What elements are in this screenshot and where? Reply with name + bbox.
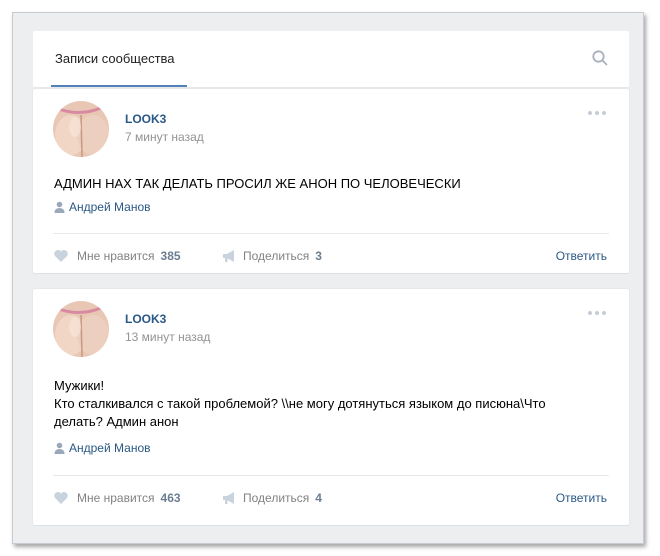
community-posts-header: Записи сообщества	[33, 31, 629, 88]
megaphone-icon	[223, 250, 234, 262]
share-count: 3	[315, 249, 322, 263]
user-icon	[54, 201, 65, 213]
more-icon[interactable]	[587, 309, 607, 317]
post-actions: Мне нравится 385 Поделиться 3 Ответить	[53, 249, 609, 269]
reply-button[interactable]: Ответить	[556, 491, 607, 505]
post-signer[interactable]: Андрей Манов	[54, 200, 151, 214]
like-button[interactable]: Мне нравится 463	[53, 491, 181, 505]
signer-name: Андрей Манов	[69, 200, 151, 214]
post-divider	[53, 475, 609, 476]
share-button[interactable]: Поделиться 3	[221, 249, 322, 263]
avatar[interactable]	[53, 101, 109, 157]
post-text: АДМИН НАХ ТАК ДЕЛАТЬ ПРОСИЛ ЖЕ АНОН ПО Ч…	[54, 175, 614, 193]
avatar[interactable]	[53, 301, 109, 357]
app-frame: Записи сообщества LOOK3 7 минут назад АД…	[12, 12, 644, 544]
post-text-line: Кто сталкивался с такой проблемой? \\не …	[54, 396, 546, 411]
active-tab-indicator	[51, 85, 187, 87]
share-button[interactable]: Поделиться 4	[221, 491, 322, 505]
heart-icon	[54, 492, 68, 504]
post-text-line: делать? Админ анон	[54, 414, 179, 429]
share-label: Поделиться	[243, 491, 310, 505]
share-label: Поделиться	[243, 249, 310, 263]
post-actions: Мне нравится 463 Поделиться 4 Ответить	[53, 491, 609, 511]
like-label: Мне нравится	[77, 249, 155, 263]
heart-icon	[54, 250, 68, 262]
search-icon[interactable]	[591, 49, 609, 67]
like-count: 385	[160, 249, 181, 263]
post-divider	[53, 233, 609, 234]
like-count: 463	[160, 491, 181, 505]
tab-community-posts[interactable]: Записи сообщества	[53, 31, 177, 87]
post-time[interactable]: 13 минут назад	[125, 330, 210, 344]
post-signer[interactable]: Андрей Манов	[54, 441, 151, 455]
user-icon	[54, 442, 65, 454]
post-author[interactable]: LOOK3	[125, 312, 166, 326]
post-time[interactable]: 7 минут назад	[125, 130, 204, 144]
like-label: Мне нравится	[77, 491, 155, 505]
post-author[interactable]: LOOK3	[125, 112, 166, 126]
post-text-line: АДМИН НАХ ТАК ДЕЛАТЬ ПРОСИЛ ЖЕ АНОН ПО Ч…	[54, 176, 461, 191]
post-text: Мужики! Кто сталкивался с такой проблемо…	[54, 377, 614, 431]
wall-post: LOOK3 7 минут назад АДМИН НАХ ТАК ДЕЛАТЬ…	[33, 89, 629, 273]
megaphone-icon	[223, 492, 234, 504]
signer-name: Андрей Манов	[69, 441, 151, 455]
reply-button[interactable]: Ответить	[556, 249, 607, 263]
share-count: 4	[315, 491, 322, 505]
post-text-line: Мужики!	[54, 378, 105, 393]
wall-post: LOOK3 13 минут назад Мужики! Кто сталкив…	[33, 289, 629, 525]
like-button[interactable]: Мне нравится 385	[53, 249, 181, 263]
more-icon[interactable]	[587, 109, 607, 117]
